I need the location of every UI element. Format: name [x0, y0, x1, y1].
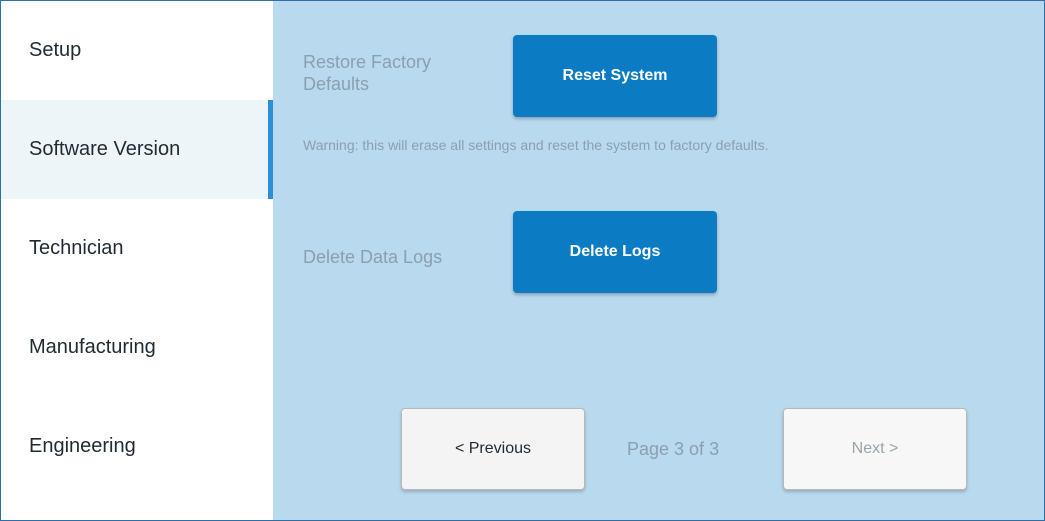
- delete-logs-button[interactable]: Delete Logs: [513, 211, 717, 293]
- delete-data-logs-label: Delete Data Logs: [303, 247, 443, 267]
- sidebar-item-label: Setup: [29, 39, 82, 61]
- reset-warning-text: Warning: this will erase all settings an…: [303, 137, 769, 153]
- sidebar-item-setup[interactable]: Setup: [1, 1, 273, 100]
- restore-factory-defaults-label: Restore Factory Defaults: [303, 52, 432, 94]
- sidebar-item-label: Software Version: [29, 138, 181, 160]
- sidebar-item-label: Technician: [29, 237, 124, 259]
- sidebar-item-label: Engineering: [29, 435, 136, 457]
- page-indicator: Page 3 of 3: [627, 439, 720, 459]
- sidebar: Setup Software Version Technician Manufa…: [1, 1, 273, 520]
- sidebar-item-label: Manufacturing: [29, 336, 156, 358]
- sidebar-item-software-version[interactable]: Software Version: [1, 100, 273, 199]
- sidebar-item-engineering[interactable]: Engineering: [1, 397, 273, 496]
- main-panel: Restore Factory Defaults Reset System Wa…: [273, 1, 1044, 520]
- next-page-button[interactable]: Next >: [783, 408, 967, 490]
- reset-system-button[interactable]: Reset System: [513, 35, 717, 117]
- sidebar-item-manufacturing[interactable]: Manufacturing: [1, 298, 273, 397]
- settings-window: Setup Software Version Technician Manufa…: [0, 0, 1045, 521]
- sidebar-item-technician[interactable]: Technician: [1, 199, 273, 298]
- previous-page-button[interactable]: < Previous: [401, 408, 585, 490]
